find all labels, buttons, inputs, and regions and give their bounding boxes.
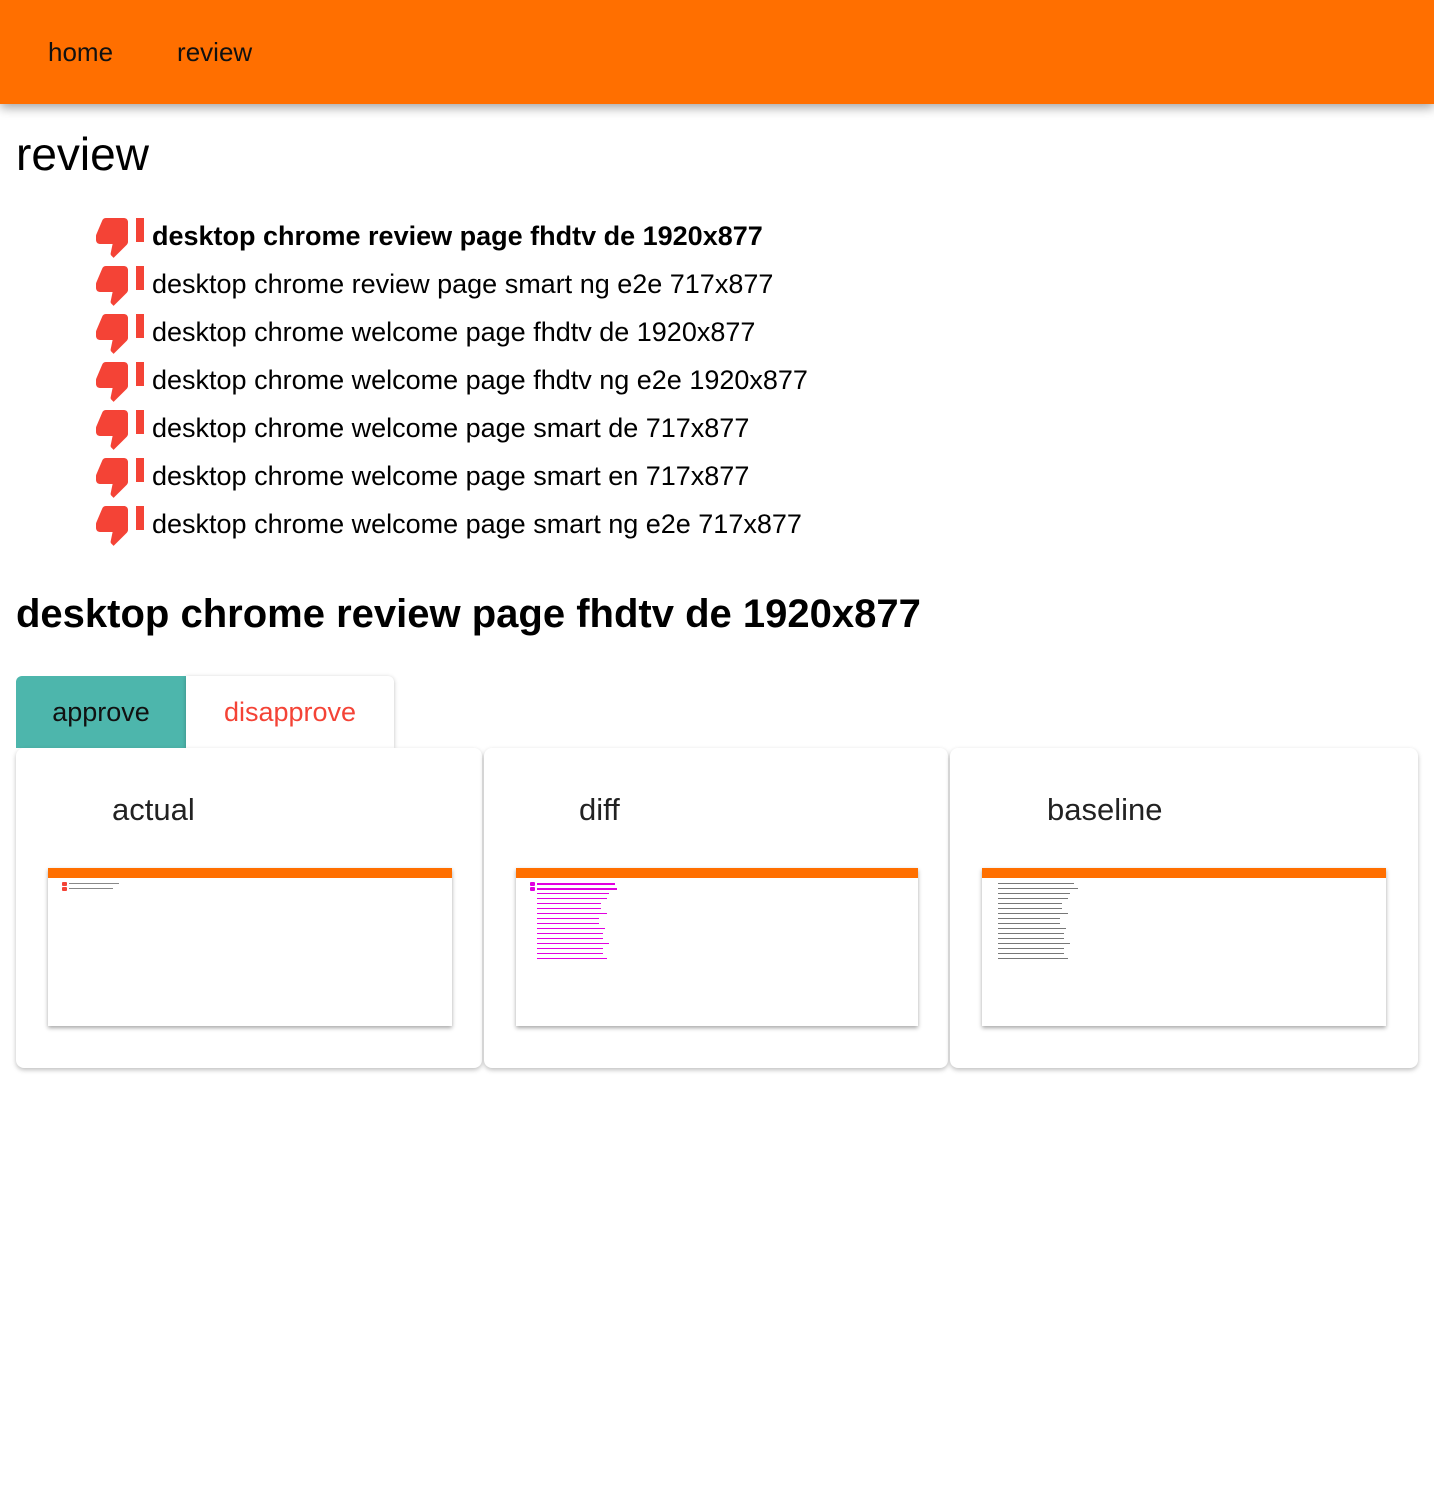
detail-title: desktop chrome review page fhdtv de 1920… (16, 592, 921, 636)
thumb-down-icon (96, 410, 144, 450)
review-list-item[interactable]: desktop chrome welcome page smart de 717… (96, 404, 808, 452)
review-list-item[interactable]: desktop chrome welcome page smart ng e2e… (96, 500, 808, 548)
thumb-down-icon (96, 506, 144, 546)
diff-card: diff (484, 748, 948, 1068)
thumb-down-icon (96, 266, 144, 306)
review-item-label: desktop chrome welcome page smart en 717… (152, 460, 750, 491)
review-item-label: desktop chrome review page smart ng e2e … (152, 268, 774, 299)
review-list-item[interactable]: desktop chrome welcome page fhdtv ng e2e… (96, 356, 808, 404)
review-list-item[interactable]: desktop chrome welcome page fhdtv de 192… (96, 308, 808, 356)
review-list-item[interactable]: desktop chrome review page smart ng e2e … (96, 260, 808, 308)
top-nav-bar: home review (0, 0, 1434, 104)
thumbnail-list-line (996, 956, 1386, 961)
thumbnail-list (62, 881, 452, 891)
review-item-label: desktop chrome welcome page smart ng e2e… (152, 508, 802, 539)
nav-home-link[interactable]: home (48, 37, 113, 68)
review-list-item[interactable]: desktop chrome welcome page smart en 717… (96, 452, 808, 500)
thumb-down-icon (96, 458, 144, 498)
actual-card: actual (16, 748, 482, 1068)
diff-screenshot-thumbnail[interactable] (516, 868, 918, 1026)
thumbnail-nav-bar (48, 868, 452, 878)
review-item-label: desktop chrome review page fhdtv de 1920… (152, 220, 763, 251)
thumbnail-list (996, 881, 1386, 961)
actual-screenshot-thumbnail[interactable] (48, 868, 452, 1026)
approve-button[interactable]: approve (16, 676, 186, 748)
thumbnail-list (530, 881, 918, 961)
page-title: review (16, 128, 149, 180)
thumb-down-icon (96, 362, 144, 402)
card-title: actual (112, 792, 195, 827)
baseline-card: baseline (950, 748, 1418, 1068)
thumbnail-nav-bar (516, 868, 918, 878)
baseline-screenshot-thumbnail[interactable] (982, 868, 1386, 1026)
approval-button-group: approve disapprove (16, 676, 394, 748)
thumbnail-nav-bar (982, 868, 1386, 878)
review-item-label: desktop chrome welcome page smart de 717… (152, 412, 750, 443)
review-item-label: desktop chrome welcome page fhdtv ng e2e… (152, 364, 808, 395)
nav-review-link[interactable]: review (177, 37, 252, 68)
thumbnail-list-line (530, 956, 918, 961)
review-list: desktop chrome review page fhdtv de 1920… (96, 212, 808, 548)
card-title: baseline (1047, 792, 1163, 827)
review-item-label: desktop chrome welcome page fhdtv de 192… (152, 316, 756, 347)
thumb-down-icon (96, 314, 144, 354)
disapprove-button[interactable]: disapprove (186, 676, 394, 748)
review-list-item[interactable]: desktop chrome review page fhdtv de 1920… (96, 212, 808, 260)
thumb-down-icon (96, 218, 144, 258)
card-title: diff (579, 792, 620, 827)
thumbnail-list-line (62, 886, 452, 891)
